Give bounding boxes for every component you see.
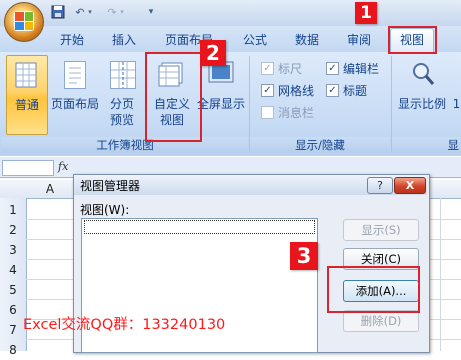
normal-view-icon bbox=[15, 62, 37, 88]
dialog-title: 视图管理器 bbox=[80, 179, 141, 193]
watermark-text: Excel交流QQ群：133240130 bbox=[23, 317, 226, 333]
zoom-100-partial[interactable]: 1 bbox=[452, 97, 461, 112]
tab-home[interactable]: 开始 bbox=[56, 31, 88, 49]
tab-data[interactable]: 数据 bbox=[291, 31, 323, 49]
message-bar-label: 消息栏 bbox=[278, 106, 315, 120]
row-header[interactable]: 4 bbox=[0, 260, 26, 280]
headings-label: 标题 bbox=[343, 84, 368, 98]
formula-bar-checkbox[interactable]: ✓ bbox=[326, 62, 339, 75]
message-bar-checkbox[interactable] bbox=[261, 106, 274, 119]
ruler-checkbox[interactable]: ✓ bbox=[261, 62, 274, 75]
gridlines-checkbox[interactable]: ✓ bbox=[261, 84, 274, 97]
row-header[interactable]: 8 bbox=[0, 340, 26, 360]
show-hide-group-label: 显示/隐藏 bbox=[250, 137, 390, 153]
page-break-preview-icon bbox=[110, 61, 136, 89]
delete-button[interactable]: 删除(D) bbox=[343, 310, 419, 332]
workbook-views-group-label: 工作簿视图 bbox=[2, 137, 248, 153]
close-icon[interactable]: X bbox=[394, 177, 426, 194]
tab-insert[interactable]: 插入 bbox=[108, 31, 140, 49]
page-layout-view-button[interactable]: 页面布局 bbox=[50, 55, 100, 133]
normal-view-label: 普通 bbox=[14, 98, 39, 112]
headings-checkbox[interactable]: ✓ bbox=[326, 84, 339, 97]
ruler-label: 标尺 bbox=[278, 62, 303, 76]
page-layout-icon bbox=[64, 61, 86, 89]
redo-dropdown-icon[interactable]: ▾ bbox=[118, 5, 126, 20]
formula-bar-label: 编辑栏 bbox=[343, 62, 380, 76]
column-header-a[interactable]: A bbox=[26, 180, 74, 198]
save-icon[interactable] bbox=[50, 5, 66, 20]
normal-view-button[interactable]: 普通 bbox=[6, 55, 48, 135]
page-layout-view-label: 页面布局 bbox=[50, 97, 99, 111]
highlight-view-tab bbox=[388, 26, 437, 54]
step-3-badge: 3 bbox=[290, 242, 318, 270]
full-screen-label: 全屏显示 bbox=[196, 97, 245, 111]
undo-dropdown-icon[interactable]: ▾ bbox=[86, 5, 94, 20]
row-header[interactable]: 5 bbox=[0, 280, 26, 300]
show-button[interactable]: 显示(S) bbox=[343, 219, 419, 241]
views-list-focus bbox=[84, 220, 315, 234]
views-list-label: 视图(W): bbox=[80, 203, 130, 217]
row-header[interactable]: 1 bbox=[0, 200, 26, 220]
step-2-badge: 2 bbox=[200, 40, 226, 66]
row-header[interactable]: 2 bbox=[0, 220, 26, 240]
office-logo-icon bbox=[14, 11, 34, 31]
help-button[interactable]: ? bbox=[367, 177, 393, 194]
customize-toolbar-icon[interactable]: ▾ bbox=[146, 5, 156, 20]
magnifier-icon bbox=[411, 61, 435, 87]
row-header[interactable]: 3 bbox=[0, 240, 26, 260]
page-break-preview-label-line1: 分页 bbox=[109, 97, 134, 111]
name-box[interactable] bbox=[2, 160, 54, 176]
grid-line bbox=[440, 198, 441, 351]
gridlines-label: 网格线 bbox=[278, 84, 315, 98]
highlight-add-button bbox=[327, 266, 420, 313]
zoom-group-label-partial: 显 bbox=[392, 137, 461, 153]
insert-function-icon[interactable]: fx bbox=[58, 160, 74, 174]
office-button[interactable] bbox=[4, 2, 44, 42]
zoom-button[interactable]: 显示比例 bbox=[396, 55, 448, 133]
highlight-custom-views bbox=[145, 52, 202, 142]
title-bar bbox=[0, 0, 461, 26]
page-break-preview-label-line2: 预览 bbox=[109, 113, 134, 127]
page-break-preview-button[interactable]: 分页 预览 bbox=[102, 55, 142, 133]
tab-review[interactable]: 审阅 bbox=[343, 31, 375, 49]
tab-formulas[interactable]: 公式 bbox=[239, 31, 271, 49]
step-1-badge: 1 bbox=[355, 2, 377, 24]
full-screen-button[interactable]: 全屏显示 bbox=[195, 55, 247, 133]
zoom-label: 显示比例 bbox=[397, 97, 446, 111]
